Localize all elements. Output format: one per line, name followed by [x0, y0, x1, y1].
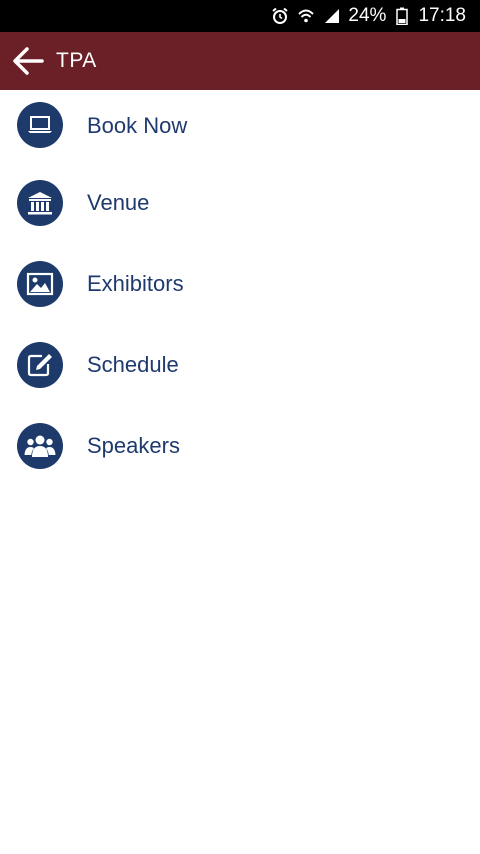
signal-icon: [322, 6, 342, 26]
status-bar: 24% 17:18: [0, 0, 480, 32]
back-button[interactable]: [10, 43, 46, 79]
menu-item-label: Book Now: [87, 113, 188, 138]
laptop-icon: [17, 102, 63, 148]
menu-item-speakers[interactable]: Speakers: [0, 405, 480, 486]
app-bar: TPA: [0, 32, 480, 90]
menu-item-label: Speakers: [87, 432, 180, 458]
menu-item-label: Venue: [87, 189, 150, 215]
people-icon: [17, 422, 63, 469]
menu-item-book-now[interactable]: Book Now: [0, 90, 480, 162]
building-icon: [17, 179, 63, 226]
battery-percent: 24%: [348, 5, 387, 26]
status-icons: 24% 17:18: [270, 0, 466, 32]
wifi-icon: [296, 6, 316, 26]
page-title: TPA: [56, 49, 97, 72]
image-icon: [17, 260, 63, 307]
menu-item-label: Exhibitors: [87, 270, 184, 296]
menu-item-schedule[interactable]: Schedule: [0, 324, 480, 405]
menu-list: Book Now Venue Exhibitors Schedule Speak…: [0, 90, 480, 486]
edit-icon: [17, 341, 63, 388]
battery-icon: [392, 6, 412, 26]
menu-item-label: Schedule: [87, 351, 179, 377]
arrow-left-icon: [13, 47, 44, 75]
alarm-icon: [270, 6, 290, 26]
clock: 17:18: [418, 5, 466, 26]
menu-item-venue[interactable]: Venue: [0, 162, 480, 243]
menu-item-exhibitors[interactable]: Exhibitors: [0, 243, 480, 324]
